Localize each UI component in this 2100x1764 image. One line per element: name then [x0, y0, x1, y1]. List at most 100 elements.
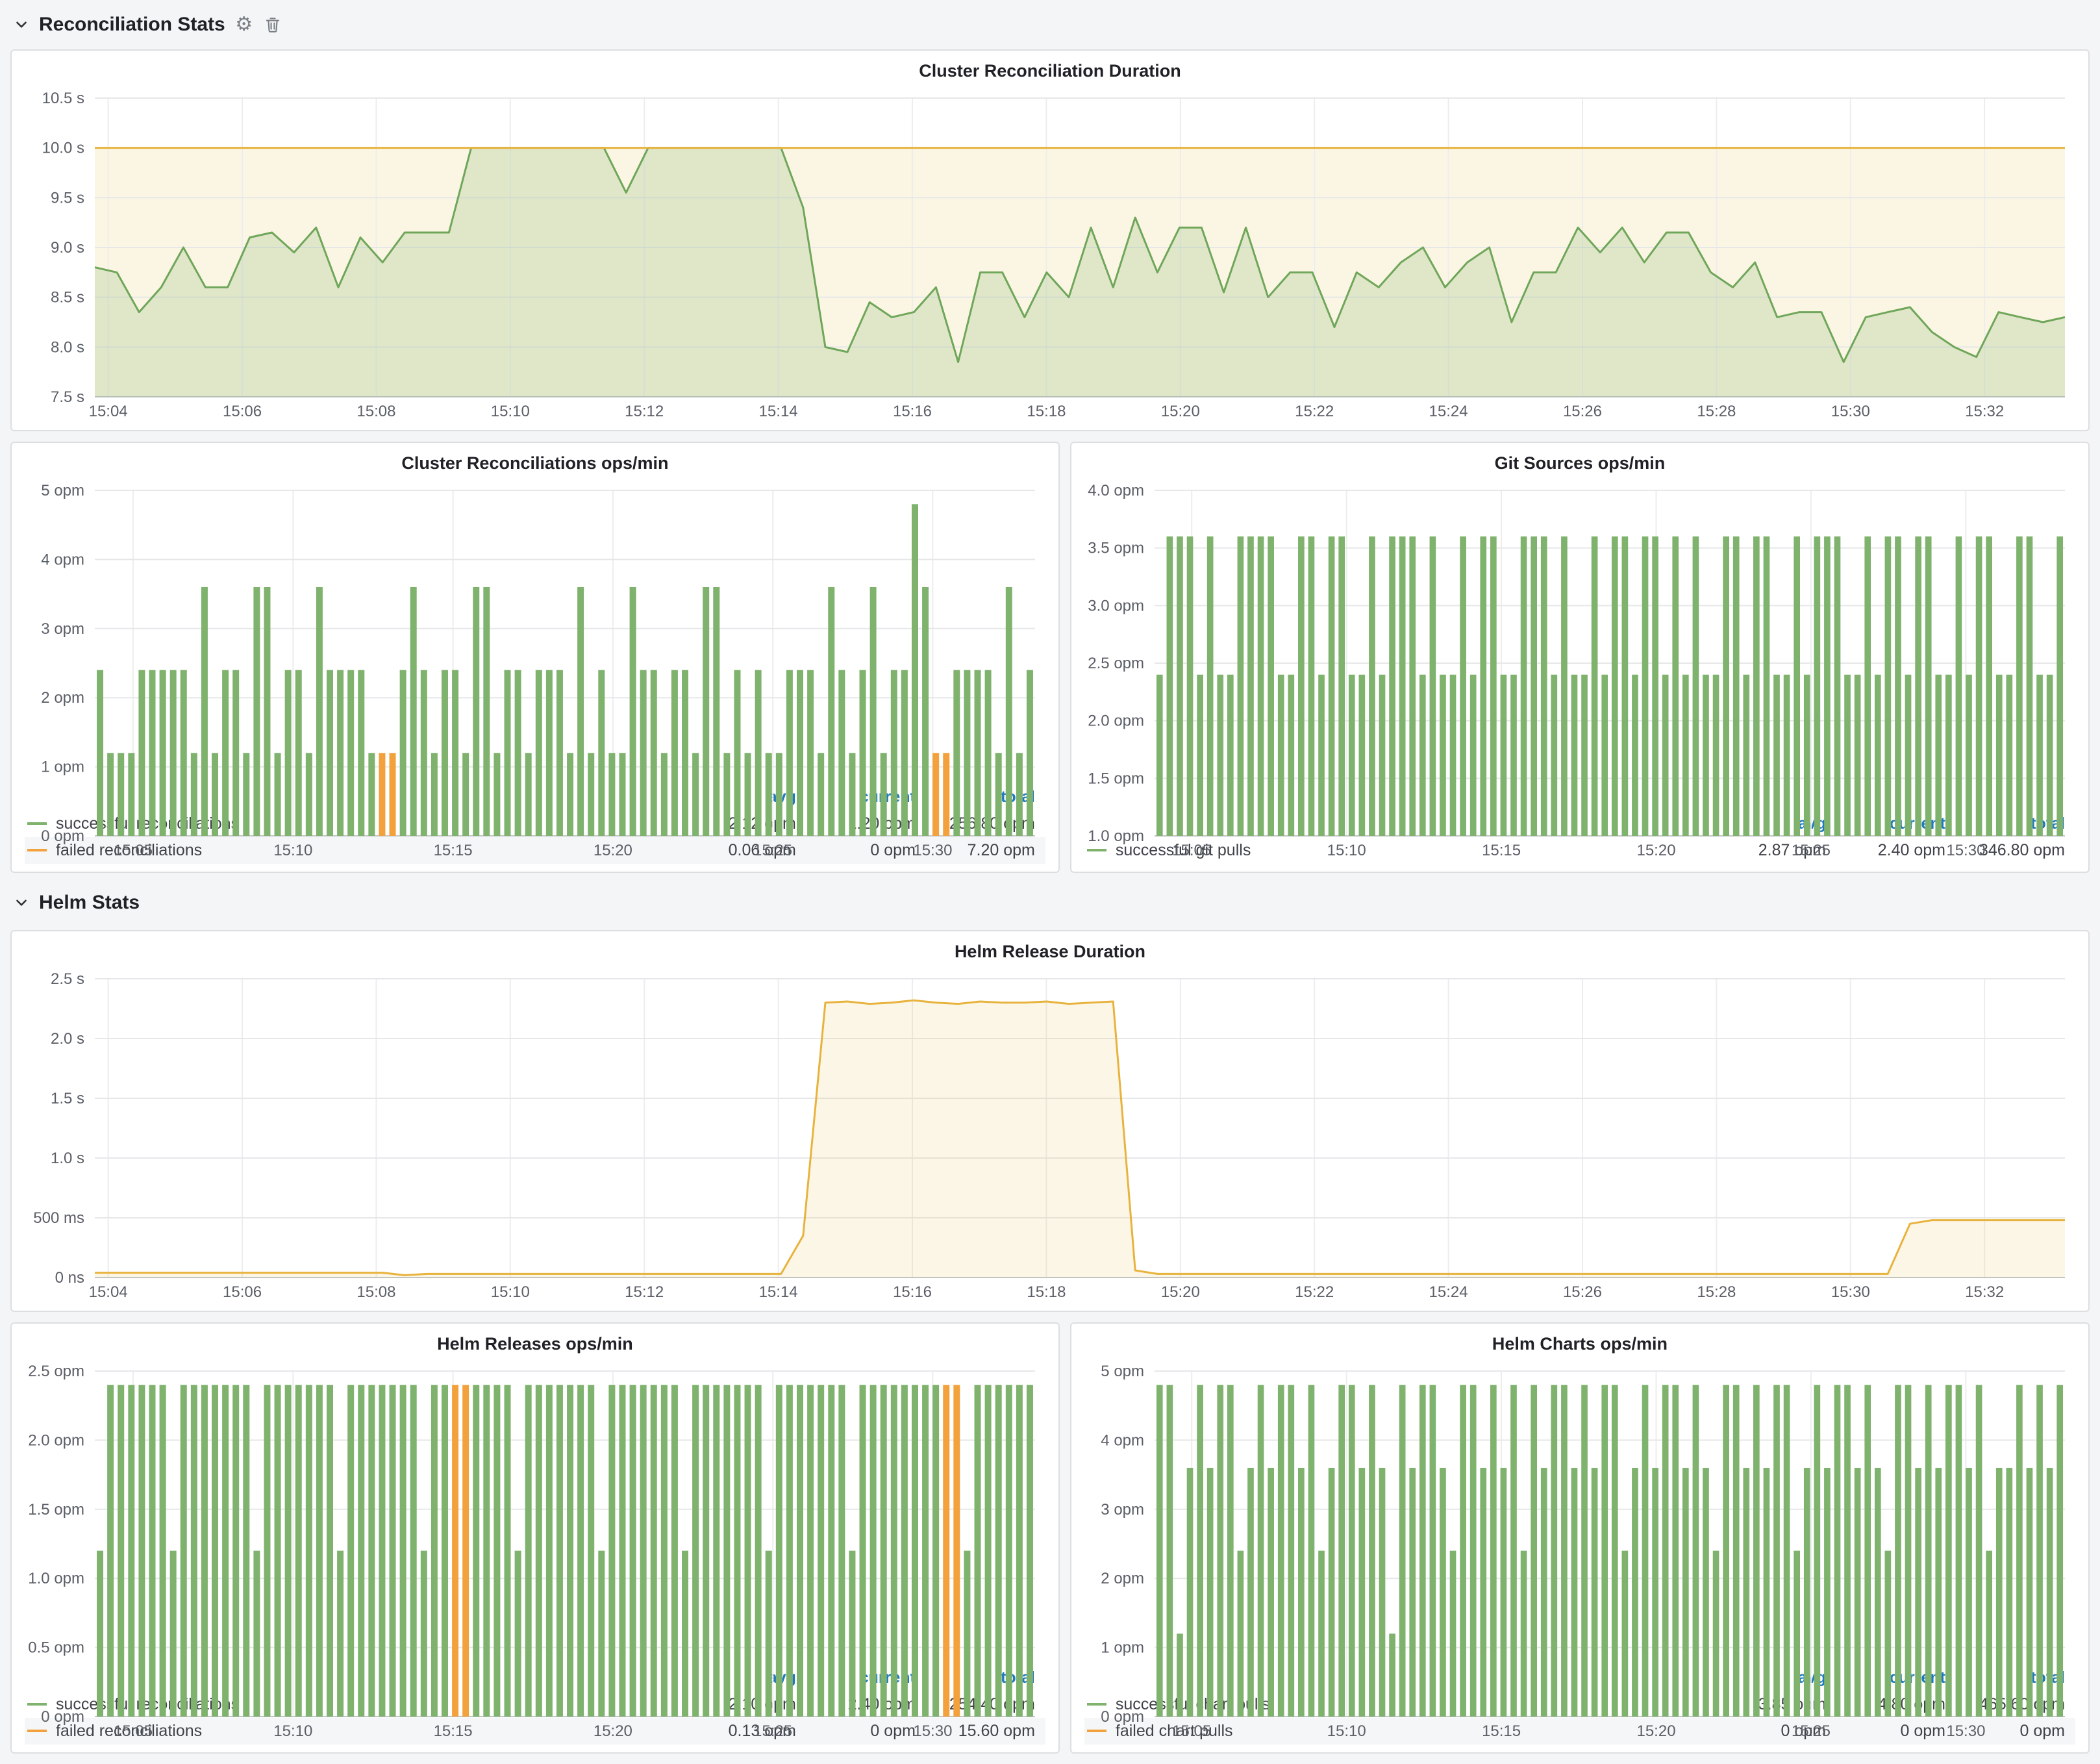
- svg-text:0 opm: 0 opm: [41, 827, 84, 845]
- svg-text:15:18: 15:18: [1027, 1283, 1066, 1301]
- svg-text:15:14: 15:14: [759, 403, 798, 420]
- svg-text:15:24: 15:24: [1429, 403, 1468, 420]
- svg-text:15:08: 15:08: [356, 403, 395, 420]
- svg-text:15:12: 15:12: [625, 403, 664, 420]
- svg-text:15:25: 15:25: [1792, 842, 1831, 859]
- svg-text:15:12: 15:12: [625, 1283, 664, 1301]
- svg-text:0 opm: 0 opm: [1101, 1708, 1144, 1726]
- svg-text:15:05: 15:05: [114, 842, 153, 859]
- svg-text:0 opm: 0 opm: [41, 1708, 84, 1726]
- cluster-reconciliations-opm-chart[interactable]: 0 opm1 opm2 opm3 opm4 opm5 opm15:0515:10…: [25, 480, 1045, 781]
- svg-text:15:26: 15:26: [1563, 1283, 1602, 1301]
- svg-text:15:10: 15:10: [273, 842, 312, 859]
- panel-title[interactable]: Git Sources ops/min: [1084, 449, 2075, 480]
- svg-text:10.5 s: 10.5 s: [42, 90, 84, 107]
- chart-canvas: 0 ns500 ms1.0 s1.5 s2.0 s2.5 s15:0415:06…: [25, 968, 2075, 1304]
- svg-text:15:05: 15:05: [1172, 842, 1211, 859]
- svg-text:15:22: 15:22: [1295, 403, 1334, 420]
- svg-text:9.0 s: 9.0 s: [51, 239, 84, 257]
- svg-text:15:15: 15:15: [434, 1722, 473, 1740]
- svg-text:15:30: 15:30: [1831, 1283, 1870, 1301]
- svg-text:15:18: 15:18: [1027, 403, 1066, 420]
- svg-text:15:15: 15:15: [434, 842, 473, 859]
- cluster-reconciliation-duration-chart[interactable]: 7.5 s8.0 s8.5 s9.0 s9.5 s10.0 s10.5 s15:…: [25, 88, 2075, 422]
- section-header-reconciliation-stats[interactable]: Reconciliation Stats ⚙: [10, 10, 2090, 39]
- svg-text:15:06: 15:06: [223, 403, 262, 420]
- svg-text:15:16: 15:16: [893, 1283, 932, 1301]
- svg-text:500 ms: 500 ms: [33, 1209, 84, 1227]
- helm-charts-opm-chart[interactable]: 0 opm1 opm2 opm3 opm4 opm5 opm15:0515:10…: [1084, 1361, 2075, 1662]
- chart-canvas: 0 opm1 opm2 opm3 opm4 opm5 opm15:0515:10…: [25, 480, 1045, 862]
- svg-text:15:30: 15:30: [1831, 403, 1870, 420]
- svg-text:5 opm: 5 opm: [1101, 1363, 1144, 1380]
- svg-text:15:10: 15:10: [1327, 1722, 1366, 1740]
- helm-releases-opm-chart[interactable]: 0 opm0.5 opm1.0 opm1.5 opm2.0 opm2.5 opm…: [25, 1361, 1045, 1662]
- svg-text:15:20: 15:20: [1161, 1283, 1200, 1301]
- svg-text:7.5 s: 7.5 s: [51, 388, 84, 406]
- panel-cluster-reconciliation-duration: Cluster Reconciliation Duration 7.5 s8.0…: [10, 49, 2090, 431]
- svg-text:15:05: 15:05: [114, 1722, 153, 1740]
- svg-text:3 opm: 3 opm: [1101, 1501, 1144, 1518]
- chart-canvas: 1.0 opm1.5 opm2.0 opm2.5 opm3.0 opm3.5 o…: [1084, 480, 2075, 862]
- svg-text:15:25: 15:25: [1792, 1722, 1831, 1740]
- svg-text:4 opm: 4 opm: [41, 551, 84, 568]
- git-sources-opm-chart[interactable]: 1.0 opm1.5 opm2.0 opm2.5 opm3.0 opm3.5 o…: [1084, 480, 2075, 808]
- svg-text:2 opm: 2 opm: [1101, 1570, 1144, 1587]
- svg-text:0.5 opm: 0.5 opm: [28, 1639, 84, 1657]
- svg-text:2 opm: 2 opm: [41, 689, 84, 707]
- svg-text:3.0 opm: 3.0 opm: [1088, 597, 1144, 614]
- chevron-down-icon: [13, 16, 30, 33]
- panel-helm-charts-opm: Helm Charts ops/min 0 opm 1 opm 2 opm 3 opm…: [1070, 1322, 2090, 1754]
- svg-text:15:20: 15:20: [594, 1722, 632, 1740]
- svg-text:15:30: 15:30: [913, 1722, 952, 1740]
- svg-text:1.0 opm: 1.0 opm: [28, 1570, 84, 1587]
- chart-canvas: 0 opm1 opm2 opm3 opm4 opm5 opm15:0515:10…: [1084, 1361, 2075, 1743]
- section-header-helm-stats[interactable]: Helm Stats: [10, 886, 2090, 920]
- svg-text:15:32: 15:32: [1965, 1283, 2004, 1301]
- gear-icon[interactable]: ⚙: [234, 15, 254, 34]
- svg-text:4.0 opm: 4.0 opm: [1088, 482, 1144, 499]
- svg-text:15:20: 15:20: [1636, 842, 1675, 859]
- svg-text:0 ns: 0 ns: [55, 1269, 84, 1287]
- section-title: Reconciliation Stats: [39, 14, 225, 36]
- svg-text:15:10: 15:10: [491, 403, 530, 420]
- panel-title[interactable]: Helm Charts ops/min: [1084, 1330, 2075, 1361]
- trash-icon[interactable]: [263, 15, 282, 34]
- svg-text:15:10: 15:10: [1327, 842, 1366, 859]
- svg-text:15:16: 15:16: [893, 403, 932, 420]
- svg-text:1 opm: 1 opm: [41, 759, 84, 776]
- svg-text:2.5 opm: 2.5 opm: [1088, 655, 1144, 672]
- svg-text:15:20: 15:20: [1636, 1722, 1675, 1740]
- svg-text:1.0 opm: 1.0 opm: [1088, 827, 1144, 845]
- chart-canvas: 0 opm0.5 opm1.0 opm1.5 opm2.0 opm2.5 opm…: [25, 1361, 1045, 1743]
- svg-text:15:04: 15:04: [89, 403, 128, 420]
- helm-release-duration-chart[interactable]: 0 ns500 ms1.0 s1.5 s2.0 s2.5 s15:0415:06…: [25, 968, 2075, 1303]
- svg-text:15:10: 15:10: [273, 1722, 312, 1740]
- svg-text:1.0 s: 1.0 s: [51, 1150, 84, 1167]
- svg-text:15:32: 15:32: [1965, 403, 2004, 420]
- svg-text:15:10: 15:10: [491, 1283, 530, 1301]
- panel-title[interactable]: Helm Release Duration: [25, 938, 2075, 968]
- svg-text:8.5 s: 8.5 s: [51, 289, 84, 307]
- svg-text:15:30: 15:30: [1946, 1722, 1985, 1740]
- svg-text:1.5 opm: 1.5 opm: [1088, 770, 1144, 787]
- svg-text:1 opm: 1 opm: [1101, 1639, 1144, 1657]
- svg-text:15:26: 15:26: [1563, 403, 1602, 420]
- svg-text:15:24: 15:24: [1429, 1283, 1468, 1301]
- svg-text:15:06: 15:06: [223, 1283, 262, 1301]
- svg-text:15:20: 15:20: [594, 842, 632, 859]
- svg-text:2.0 s: 2.0 s: [51, 1030, 84, 1048]
- panel-cluster-reconciliations-opm: Cluster Reconciliations ops/min 0 opm 1 o…: [10, 442, 1060, 873]
- svg-text:15:25: 15:25: [753, 842, 792, 859]
- dashboard: Reconciliation Stats ⚙ Cluster Reconcili…: [0, 0, 2100, 1764]
- panel-title[interactable]: Helm Releases ops/min: [25, 1330, 1045, 1361]
- svg-text:1.5 opm: 1.5 opm: [28, 1501, 84, 1518]
- svg-text:15:08: 15:08: [356, 1283, 395, 1301]
- panel-title[interactable]: Cluster Reconciliations ops/min: [25, 449, 1045, 480]
- svg-text:3 opm: 3 opm: [41, 620, 84, 638]
- svg-text:2.0 opm: 2.0 opm: [28, 1431, 84, 1449]
- svg-text:2.0 opm: 2.0 opm: [1088, 712, 1144, 730]
- svg-text:15:28: 15:28: [1697, 1283, 1736, 1301]
- panel-title[interactable]: Cluster Reconciliation Duration: [25, 57, 2075, 88]
- panel-helm-release-duration: Helm Release Duration 0 ns500 ms1.0 s1.5…: [10, 930, 2090, 1312]
